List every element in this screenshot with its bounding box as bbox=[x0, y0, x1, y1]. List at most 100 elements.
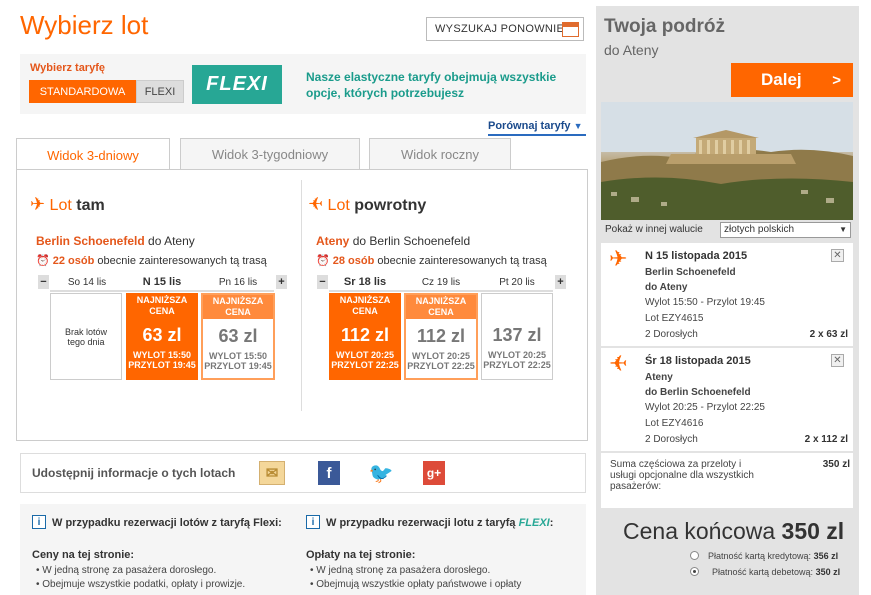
subtotal-value: 350 zl bbox=[822, 459, 850, 470]
segment-from: Berlin Schoenefeld bbox=[645, 267, 736, 278]
segment-pax: 2 Dorosłych bbox=[645, 434, 698, 445]
fare-price: 137 zl bbox=[492, 325, 542, 345]
return-interest-text: obecnie zainteresowanych tą trasą bbox=[377, 255, 547, 267]
facebook-icon[interactable]: f bbox=[318, 461, 340, 485]
currency-label: Pokaż w innej walucie bbox=[605, 224, 703, 235]
calendar-icon bbox=[562, 22, 579, 37]
debit-card-radio[interactable] bbox=[690, 567, 699, 576]
fare-times: WYLOT 20:25 PRZYLOT 22:25 bbox=[407, 351, 475, 371]
fare-times: WYLOT 15:50 PRZYLOT 19:45 bbox=[128, 350, 196, 370]
next-button[interactable]: Dalej > bbox=[731, 63, 853, 97]
alarm-icon: ⏰ bbox=[316, 255, 330, 267]
return-day-card[interactable]: 137 zl WYLOT 20:25 PRZYLOT 22:25 bbox=[481, 293, 553, 380]
return-heading-pre: Lot bbox=[327, 197, 350, 214]
plane-left-icon: ✈ bbox=[308, 194, 324, 214]
segment-amount: 2 x 63 zl bbox=[809, 329, 848, 340]
return-day-label: Sr 18 lis bbox=[343, 276, 387, 288]
outbound-heading-main: tam bbox=[76, 197, 105, 214]
segment-flight: Lot EZY4615 bbox=[645, 313, 704, 324]
return-interest: ⏰ 28 osób obecnie zainteresowanych tą tr… bbox=[316, 254, 547, 267]
email-icon[interactable]: ✉ bbox=[259, 461, 285, 485]
info-left-item-text: Obejmuje wszystkie podatki, opłaty i pro… bbox=[42, 579, 246, 590]
close-icon[interactable]: ✕ bbox=[831, 249, 844, 262]
final-price-value: 350 zl bbox=[781, 518, 845, 544]
outbound-interest: ⏰ 22 osób obecnie zainteresowanych tą tr… bbox=[36, 254, 267, 267]
tab-year[interactable]: Widok roczny bbox=[369, 138, 511, 170]
payment-value: 356 zl bbox=[813, 551, 839, 561]
segment-times: Wylot 20:25 - Przylot 22:25 bbox=[645, 402, 765, 413]
compare-fares-link[interactable]: Porównaj taryfy ▼ bbox=[488, 120, 583, 132]
alarm-icon: ⏰ bbox=[36, 255, 50, 267]
return-to: Berlin Schoenefeld bbox=[369, 234, 471, 248]
outbound-day-label: Pn 16 lis bbox=[218, 277, 258, 288]
return-day-strip bbox=[329, 290, 553, 292]
info-icon: i bbox=[306, 515, 320, 529]
search-again-label: WYSZUKAJ PONOWNIE bbox=[435, 23, 565, 35]
return-day-label: Cz 19 lis bbox=[421, 277, 461, 288]
outbound-prev-button[interactable]: − bbox=[38, 275, 49, 289]
fare-price: 63 zl bbox=[142, 325, 182, 345]
fare-price: 112 zl bbox=[340, 325, 390, 345]
search-again-button[interactable]: WYSZUKAJ PONOWNIE bbox=[426, 17, 584, 41]
tab-3-week[interactable]: Widok 3-tygodniowy bbox=[180, 138, 360, 170]
info-right-item-text: Obejmują wszystkie opłaty państwowe i op… bbox=[316, 579, 522, 590]
segment-amount: 2 x 112 zl bbox=[804, 434, 848, 445]
fare-times: WYLOT 15:50 PRZYLOT 19:45 bbox=[204, 351, 272, 371]
currency-select[interactable]: złotych polskich bbox=[720, 222, 851, 238]
info-left-item: • W jedną stronę za pasażera dorosłego. bbox=[36, 565, 217, 576]
info-icon: i bbox=[32, 515, 46, 529]
return-heading: ✈ Lot powrotny bbox=[308, 194, 426, 215]
fare-times: WYLOT 20:25 PRZYLOT 22:25 bbox=[483, 350, 551, 370]
return-mid: do bbox=[352, 234, 367, 248]
subtotal-label: Suma częściowa za przeloty i usługi opcj… bbox=[610, 459, 754, 492]
info-right-title: W przypadku rezerwacji lotu z taryfą FLE… bbox=[326, 517, 554, 529]
credit-card-radio[interactable] bbox=[690, 551, 699, 560]
info-right-item-text: W jedną stronę za pasażera dorosłego. bbox=[316, 565, 491, 576]
info-right-title-flexi: FLEXI bbox=[518, 517, 550, 529]
final-price: Cena końcowa 350 zl bbox=[623, 518, 844, 545]
info-right-sub: Opłaty na tej stronie: bbox=[306, 549, 416, 561]
plane-left-icon: ✈ bbox=[609, 351, 628, 376]
debit-card-option: Płatność kartą debetową: 350 zl bbox=[712, 567, 840, 577]
outbound-route: Berlin Schoenefeld do Ateny bbox=[36, 234, 195, 248]
destination-photo bbox=[601, 102, 853, 220]
info-right-item: • Obejmują wszystkie opłaty państwowe i … bbox=[310, 579, 522, 590]
outbound-interest-count: 22 osób bbox=[52, 255, 95, 267]
info-left-item-text: W jedną stronę za pasażera dorosłego. bbox=[42, 565, 217, 576]
fare-standard-button[interactable]: STANDARDOWA bbox=[29, 80, 136, 103]
outbound-next-button[interactable]: + bbox=[276, 275, 287, 289]
outbound-day-card-empty: Brak lotów tego dnia bbox=[50, 293, 122, 380]
tab-3-day[interactable]: Widok 3-dniowy bbox=[16, 138, 170, 171]
close-icon[interactable]: ✕ bbox=[831, 354, 844, 367]
return-next-button[interactable]: + bbox=[555, 275, 566, 289]
return-prev-button[interactable]: − bbox=[317, 275, 328, 289]
twitter-icon[interactable]: 🐦 bbox=[368, 461, 394, 485]
outbound-mid: do bbox=[148, 234, 162, 248]
outbound-day-label: So 14 lis bbox=[67, 277, 107, 288]
share-text: Udostępnij informacje o tych lotach bbox=[32, 466, 236, 480]
google-plus-icon[interactable]: g+ bbox=[423, 461, 445, 485]
outbound-day-card[interactable]: NAJNIŻSZA CENA 63 zl WYLOT 15:50 PRZYLOT… bbox=[201, 293, 275, 380]
credit-card-option: Płatność kartą kredytową: 356 zl bbox=[708, 551, 838, 561]
return-day-card[interactable]: NAJNIŻSZA CENA 112 zl WYLOT 20:25 PRZYLO… bbox=[404, 293, 478, 380]
outbound-day-label: N 15 lis bbox=[142, 276, 182, 288]
fare-flexi-button[interactable]: FLEXI bbox=[136, 80, 184, 103]
panel-divider bbox=[301, 180, 302, 411]
return-day-card[interactable]: NAJNIŻSZA CENA 112 zl WYLOT 20:25 PRZYLO… bbox=[329, 293, 401, 380]
outbound-heading: ✈ Lot tam bbox=[30, 194, 105, 215]
fare-label: Wybierz taryfę bbox=[30, 62, 105, 74]
outbound-day-strip bbox=[50, 290, 274, 292]
info-left-sub: Ceny na tej stronie: bbox=[32, 549, 135, 561]
fare-price: 112 zl bbox=[416, 326, 466, 346]
segment-date: Śr 18 listopada 2015 bbox=[645, 355, 751, 367]
payment-label: Płatność kartą kredytową: bbox=[708, 551, 812, 561]
outbound-day-card[interactable]: NAJNIŻSZA CENA 63 zl WYLOT 15:50 PRZYLOT… bbox=[126, 293, 198, 380]
outbound-from: Berlin Schoenefeld bbox=[36, 234, 145, 248]
plane-right-icon: ✈ bbox=[609, 246, 628, 271]
outbound-interest-text: obecnie zainteresowanych tą trasą bbox=[97, 255, 267, 267]
payment-value: 350 zl bbox=[815, 567, 841, 577]
payment-label: Płatność kartą debetową: bbox=[712, 567, 814, 577]
compare-fares-label: Porównaj taryfy bbox=[488, 120, 571, 132]
page-title: Wybierz lot bbox=[20, 10, 149, 40]
fare-price: 63 zl bbox=[218, 326, 258, 346]
